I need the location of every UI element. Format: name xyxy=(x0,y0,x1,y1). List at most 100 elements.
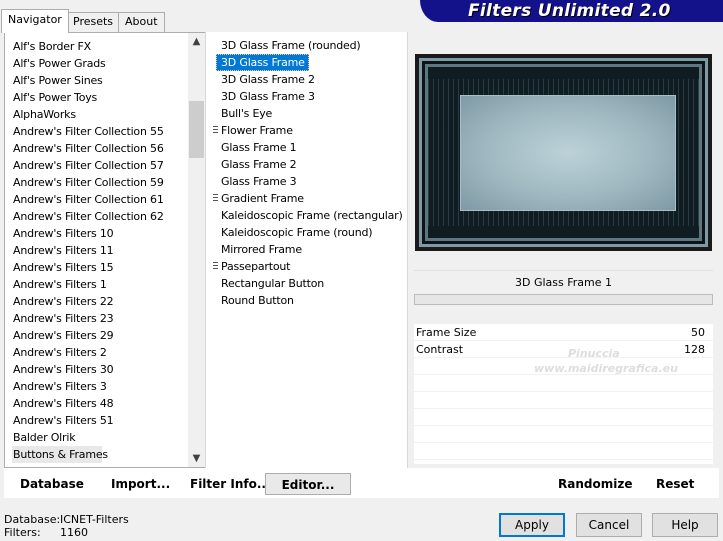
category-item[interactable]: Andrew's Filters 2 xyxy=(12,344,192,361)
category-scrollbar[interactable]: ▲ ▼ xyxy=(188,33,205,467)
filter-item[interactable]: Glass Frame 1 xyxy=(216,139,406,156)
current-filter-name: 3D Glass Frame 1 xyxy=(414,270,713,294)
filter-item[interactable]: 3D Glass Frame (rounded) xyxy=(216,37,406,54)
cancel-button[interactable]: Cancel xyxy=(576,513,642,537)
category-list: Alf's Border FX Alf's Power Grads Alf's Po… xyxy=(12,38,192,463)
grip-icon xyxy=(213,126,218,135)
scroll-up-icon[interactable]: ▲ xyxy=(188,33,205,50)
category-item[interactable]: Alf's Power Sines xyxy=(12,72,192,89)
database-label: Database: xyxy=(4,513,61,526)
category-item[interactable]: Buttons & Frames xyxy=(12,446,108,463)
filter-item[interactable]: Gradient Frame xyxy=(213,190,406,207)
category-item[interactable]: Andrew's Filters 10 xyxy=(12,225,192,242)
preview-frame-graphic xyxy=(419,58,708,247)
filter-item-label: 3D Glass Frame (rounded) xyxy=(221,39,361,52)
param-label: Contrast xyxy=(416,343,464,356)
filter-item-label: Glass Frame 3 xyxy=(221,175,297,188)
filter-item[interactable]: Kaleidoscopic Frame (rectangular) xyxy=(216,207,406,224)
param-empty xyxy=(414,375,713,392)
filter-item-label: Rectangular Button xyxy=(221,277,325,290)
watermark-url: www.maidiregrafica.eu xyxy=(534,362,678,375)
category-item[interactable]: AlphaWorks xyxy=(12,106,192,123)
category-item[interactable]: Andrew's Filters 11 xyxy=(12,242,192,259)
filter-list-panel: 3D Glass Frame (rounded) 3D Glass Frame 1… xyxy=(205,32,408,468)
filter-item[interactable]: 3D Glass Frame 3 xyxy=(216,88,406,105)
category-item[interactable]: Andrew's Filters 3 xyxy=(12,378,192,395)
scroll-thumb[interactable] xyxy=(189,101,204,159)
param-frame-size[interactable]: Frame Size 50 xyxy=(414,324,713,341)
category-item[interactable]: Andrew's Filters 1 xyxy=(12,276,192,293)
filter-item-label: Passepartout xyxy=(221,260,291,273)
category-item[interactable]: Andrew's Filters 51 xyxy=(12,412,192,429)
param-empty xyxy=(414,426,713,443)
database-button[interactable]: Database xyxy=(16,473,88,495)
preview-image xyxy=(415,54,712,251)
scroll-down-icon[interactable]: ▼ xyxy=(188,450,205,467)
filter-item-label: Kaleidoscopic Frame (round) xyxy=(221,226,373,239)
filter-item-label: Gradient Frame xyxy=(221,192,304,205)
filter-info-button[interactable]: Filter Info... xyxy=(186,473,275,495)
filter-item[interactable]: Mirrored Frame xyxy=(216,241,406,258)
tab-about[interactable]: About xyxy=(118,12,165,32)
bottom-toolbar: Database Import... Filter Info... Editor… xyxy=(4,468,719,498)
tab-presets[interactable]: Presets xyxy=(66,12,121,32)
filter-item[interactable]: Kaleidoscopic Frame (round) xyxy=(216,224,406,241)
filter-item[interactable]: Rectangular Button xyxy=(216,275,406,292)
randomize-button[interactable]: Randomize xyxy=(554,473,636,495)
help-button[interactable]: Help xyxy=(652,513,718,537)
filter-item-label: Round Button xyxy=(221,294,294,307)
category-item[interactable]: Andrew's Filter Collection 61 xyxy=(12,191,192,208)
watermark: Pinuccia www.maidiregrafica.eu xyxy=(534,346,678,376)
param-empty xyxy=(414,392,713,409)
filter-item-label: Mirrored Frame xyxy=(221,243,302,256)
tab-navigator[interactable]: Navigator xyxy=(1,9,69,33)
filter-item[interactable]: Bull's Eye xyxy=(216,105,406,122)
filter-item-label: 3D Glass Frame 2 xyxy=(221,73,315,86)
filter-item[interactable]: Glass Frame 3 xyxy=(216,173,406,190)
category-item[interactable]: Balder Olrik xyxy=(12,429,192,446)
param-value: 50 xyxy=(691,326,705,339)
category-item[interactable]: Alf's Power Grads xyxy=(12,55,192,72)
filters-info: Filters: 1160 xyxy=(4,526,88,539)
category-item[interactable]: Andrew's Filter Collection 62 xyxy=(12,208,192,225)
category-item[interactable]: Andrew's Filter Collection 56 xyxy=(12,140,192,157)
category-item[interactable]: Andrew's Filters 29 xyxy=(12,327,192,344)
database-value: ICNET-Filters xyxy=(60,513,129,526)
editor-button[interactable]: Editor... xyxy=(265,473,351,495)
filter-item[interactable]: Round Button xyxy=(216,292,406,309)
apply-button[interactable]: Apply xyxy=(499,513,565,537)
parameter-list: Frame Size 50 Contrast 128 Pinuccia www.… xyxy=(414,324,713,464)
import-button[interactable]: Import... xyxy=(107,473,174,495)
category-item[interactable]: Andrew's Filter Collection 57 xyxy=(12,157,192,174)
app-banner: Filters Unlimited 2.0 xyxy=(420,0,723,22)
filters-label: Filters: xyxy=(4,526,41,539)
category-list-panel: Alf's Border FX Alf's Power Grads Alf's Po… xyxy=(4,32,205,468)
param-empty xyxy=(414,409,713,426)
filter-item[interactable]: Glass Frame 2 xyxy=(216,156,406,173)
category-item[interactable]: Andrew's Filters 30 xyxy=(12,361,192,378)
database-info: Database:ICNET-Filters xyxy=(4,513,129,526)
filter-item[interactable]: Passepartout xyxy=(213,258,406,275)
category-item[interactable]: Andrew's Filters 48 xyxy=(12,395,192,412)
param-value: 128 xyxy=(684,343,705,356)
param-label: Frame Size xyxy=(416,326,477,339)
filter-item[interactable]: 3D Glass Frame 1 xyxy=(216,54,315,71)
watermark-name: Pinuccia xyxy=(568,347,620,360)
category-item[interactable]: Andrew's Filters 15 xyxy=(12,259,192,276)
filter-list: 3D Glass Frame (rounded) 3D Glass Frame 1… xyxy=(213,37,406,309)
filter-item-label: Glass Frame 1 xyxy=(221,141,297,154)
preview-inner-area xyxy=(460,95,676,211)
category-item[interactable]: Andrew's Filter Collection 59 xyxy=(12,174,192,191)
category-item[interactable]: Alf's Border FX xyxy=(12,38,192,55)
category-item[interactable]: Andrew's Filters 23 xyxy=(12,310,192,327)
reset-button[interactable]: Reset xyxy=(652,473,698,495)
filter-item[interactable]: Flower Frame xyxy=(213,122,406,139)
filters-count: 1160 xyxy=(60,526,88,539)
filter-item-label: 3D Glass Frame 3 xyxy=(221,90,315,103)
category-item[interactable]: Alf's Power Toys xyxy=(12,89,192,106)
category-item[interactable]: Andrew's Filters 22 xyxy=(12,293,192,310)
filter-item[interactable]: 3D Glass Frame 2 xyxy=(216,71,406,88)
filter-item-label: Kaleidoscopic Frame (rectangular) xyxy=(221,209,403,222)
filter-item-label: Glass Frame 2 xyxy=(221,158,297,171)
category-item[interactable]: Andrew's Filter Collection 55 xyxy=(12,123,192,140)
